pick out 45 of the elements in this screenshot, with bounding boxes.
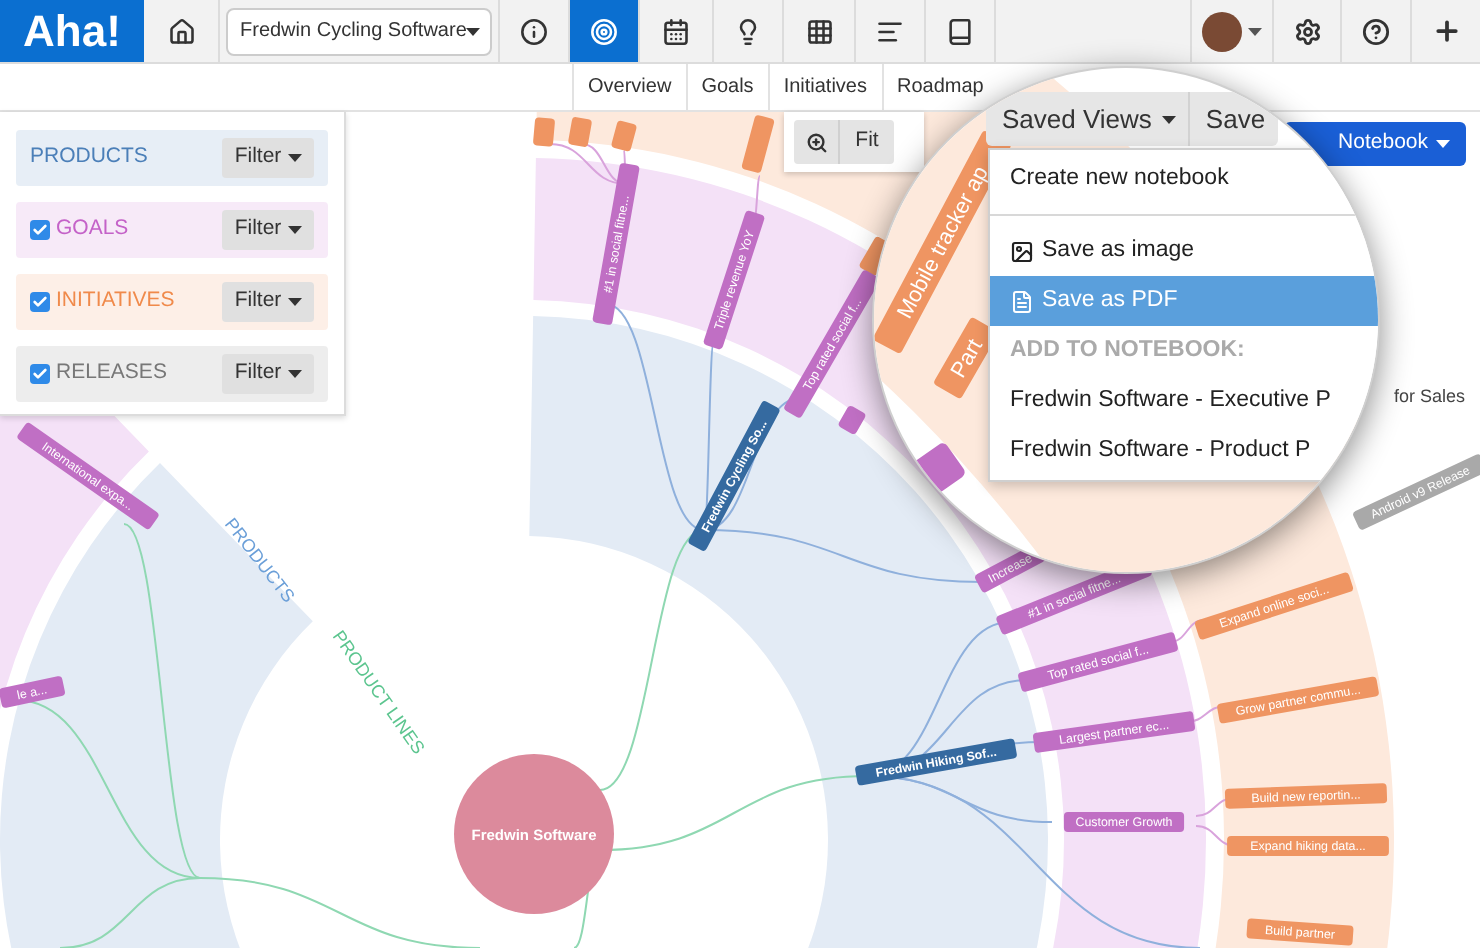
avatar-icon [1202, 11, 1242, 51]
filter-label: GOALS [56, 214, 129, 245]
checkbox[interactable] [30, 292, 50, 312]
grid-icon [805, 17, 833, 45]
goal-tag[interactable] [837, 404, 867, 436]
view-tab[interactable]: Overview [572, 64, 686, 110]
target-icon [590, 17, 618, 45]
filter-label: PRODUCTS [30, 142, 148, 173]
notebook-name: for Sales [1394, 384, 1466, 410]
view-tab[interactable]: Initiatives [767, 64, 881, 110]
caret-icon [287, 154, 302, 162]
calendar-icon [662, 17, 690, 45]
caret-icon [1436, 140, 1450, 148]
document-icon [1010, 289, 1034, 313]
saved-views-button[interactable]: Saved Views [986, 92, 1190, 146]
lines-icon [876, 17, 904, 45]
caret-icon [287, 298, 302, 306]
plus-icon [1431, 16, 1461, 46]
filter-label: INITIATIVES [56, 286, 175, 317]
filter-label: RELEASES [56, 358, 167, 389]
caret-icon [287, 370, 302, 378]
book-icon [946, 17, 974, 45]
image-icon [1010, 239, 1034, 263]
caret-icon [287, 226, 302, 234]
zoom-in-icon [805, 131, 827, 153]
info-icon [520, 17, 548, 45]
product-select[interactable]: Fredwin Cycling Software [226, 7, 492, 55]
logo[interactable]: Aha! [0, 0, 144, 62]
home-icon [167, 17, 195, 45]
view-tab[interactable]: Goals [685, 64, 768, 110]
filter-button[interactable]: Filter [222, 138, 314, 178]
help-icon [1362, 17, 1390, 45]
settings-icon [1293, 17, 1321, 45]
menu-item[interactable]: Save as PDF [990, 276, 1378, 326]
filter-button[interactable]: Filter [222, 354, 314, 394]
save-button[interactable]: Save [1189, 92, 1282, 146]
caret-icon [466, 27, 481, 35]
filter-button[interactable]: Filter [222, 282, 314, 322]
menu-header: ADD TO NOTEBOOK: [1008, 335, 1247, 366]
lightbulb-icon [734, 17, 762, 45]
checkbox[interactable] [30, 220, 50, 240]
filter-button[interactable]: Filter [222, 210, 314, 250]
caret-icon [1248, 27, 1262, 35]
nav-button[interactable] [570, 0, 640, 62]
checkbox[interactable] [30, 364, 50, 384]
